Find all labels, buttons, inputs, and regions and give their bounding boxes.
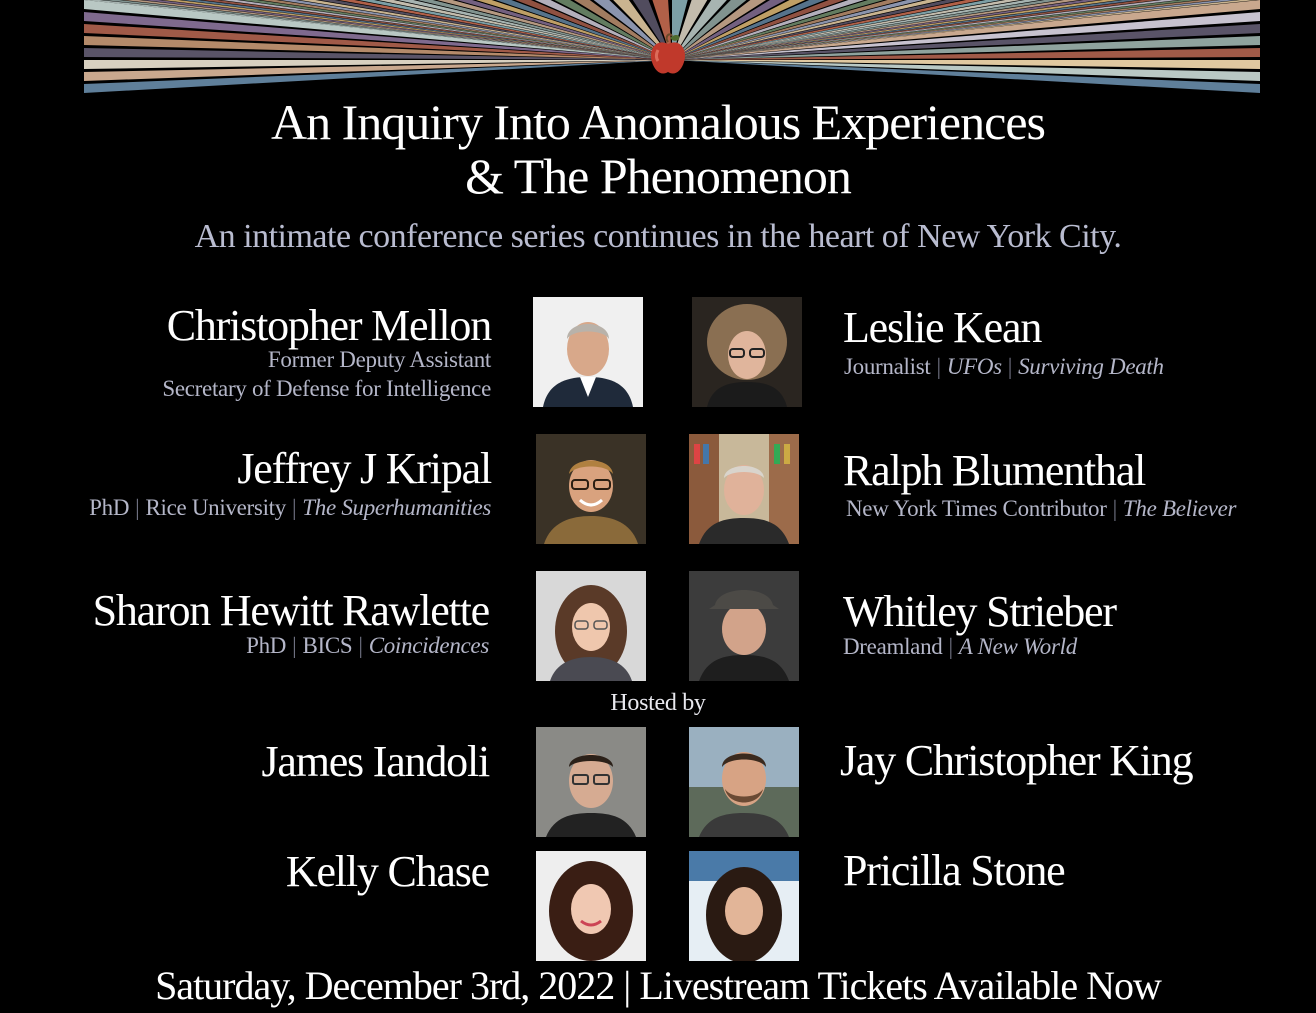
host-name-king: Jay Christopher King: [840, 736, 1194, 785]
separator: |: [948, 634, 953, 659]
speaker-name-kean: Leslie Kean: [843, 303, 1042, 352]
speaker-name-kripal: Jeffrey J Kripal: [237, 444, 492, 493]
separator: |: [936, 354, 941, 379]
speaker-desc-blumenthal: New York Times Contributor | The Believer: [846, 495, 1236, 523]
speaker-desc-kripal-b: Rice University: [145, 495, 286, 520]
speaker-desc-kean-b: UFOs: [946, 354, 1002, 379]
speaker-desc-blumenthal-a: New York Times Contributor: [846, 496, 1107, 521]
speaker-name-mellon: Christopher Mellon: [166, 301, 492, 350]
speaker-desc-blumenthal-b: The Believer: [1122, 496, 1237, 521]
host-name-iandoli: James Iandoli: [261, 737, 490, 786]
speaker-desc-strieber-a: Dreamland: [843, 634, 943, 659]
speaker-desc-rawlette-a: PhD: [246, 633, 287, 658]
speaker-desc-kean: Journalist | UFOs | Surviving Death: [844, 353, 1164, 381]
separator: |: [291, 495, 297, 520]
speaker-photo-kripal: [536, 434, 646, 544]
speaker-desc-strieber-b: A New World: [958, 634, 1077, 659]
page-subtitle: An intimate conference series continues …: [194, 218, 1122, 255]
separator: |: [1007, 354, 1013, 379]
speaker-name-rawlette: Sharon Hewitt Rawlette: [92, 586, 491, 635]
separator: |: [292, 633, 297, 658]
speaker-photo-mellon: [533, 297, 643, 407]
host-photo-stone: [689, 851, 799, 961]
speaker-desc-kripal-a: PhD: [89, 495, 130, 520]
event-date-footer: Saturday, December 3rd, 2022 | Livestrea…: [155, 963, 1162, 1008]
host-photo-chase: [536, 851, 646, 961]
page-title-line-2: & The Phenomenon: [465, 148, 852, 204]
speaker-desc-rawlette-b: BICS: [302, 633, 353, 658]
speaker-photo-blumenthal: [689, 434, 799, 544]
host-name-stone: Pricilla Stone: [843, 846, 1066, 895]
host-photo-iandoli: [536, 727, 646, 837]
speaker-desc-kripal: PhD | Rice University | The Superhumanities: [89, 494, 491, 522]
speaker-desc-kean-a: Journalist: [844, 354, 931, 379]
speaker-photo-rawlette: [536, 571, 646, 681]
speaker-desc-mellon-2: Secretary of Defense for Intelligence: [162, 376, 491, 401]
speaker-desc-kean-c: Surviving Death: [1018, 354, 1164, 379]
host-photo-king: [689, 727, 799, 837]
separator: |: [135, 495, 140, 520]
speaker-desc-mellon-1: Former Deputy Assistant: [267, 347, 491, 372]
speaker-photo-kean: [692, 297, 802, 407]
speaker-desc-kripal-c: The Superhumanities: [302, 495, 491, 520]
apple-icon: [646, 30, 690, 78]
speaker-desc-rawlette-c: Coincidences: [368, 633, 490, 658]
host-name-chase: Kelly Chase: [285, 847, 490, 896]
speaker-desc-rawlette: PhD | BICS | Coincidences: [246, 632, 489, 660]
separator: |: [358, 633, 363, 658]
speaker-name-blumenthal: Ralph Blumenthal: [843, 446, 1146, 495]
speaker-desc-strieber: Dreamland | A New World: [843, 633, 1077, 661]
page-title-line-1: An Inquiry Into Anomalous Experiences: [271, 94, 1046, 150]
speaker-photo-strieber: [689, 571, 799, 681]
speaker-name-strieber: Whitley Strieber: [843, 587, 1117, 636]
separator: |: [1112, 496, 1118, 521]
hosted-by-label: Hosted by: [610, 690, 706, 716]
